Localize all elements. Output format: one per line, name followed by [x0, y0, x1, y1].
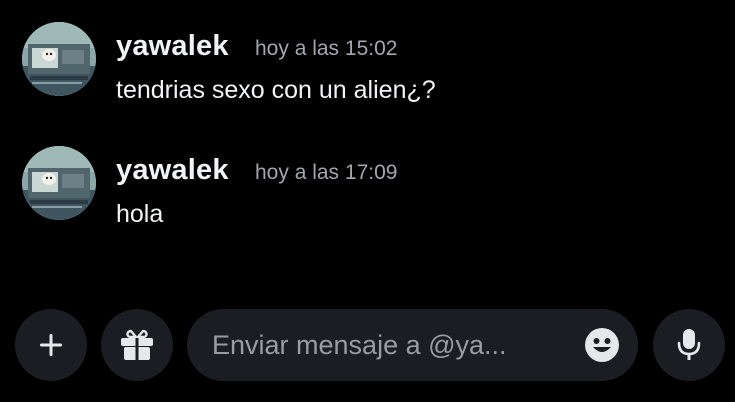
chat-message[interactable]: yawalek hoy a las 15:02 tendrias sexo co… — [22, 22, 722, 104]
add-attachment-button[interactable] — [15, 309, 87, 381]
microphone-icon — [677, 328, 701, 362]
user-avatar[interactable] — [22, 22, 96, 96]
avatar-image — [22, 22, 96, 96]
message-input-placeholder: Enviar mensaje a @ya... — [212, 330, 507, 360]
username[interactable]: yawalek — [116, 152, 229, 188]
plus-icon — [38, 332, 64, 358]
emoji-icon — [584, 327, 620, 363]
message-text: tendrias sexo con un alien¿? — [116, 76, 436, 104]
message-timestamp: hoy a las 15:02 — [255, 37, 398, 60]
message-text: hola — [116, 200, 164, 228]
user-avatar[interactable] — [22, 146, 96, 220]
voice-message-button[interactable] — [653, 309, 725, 381]
avatar-image — [22, 146, 96, 220]
message-timestamp: hoy a las 17:09 — [255, 161, 398, 184]
gift-button[interactable] — [101, 309, 173, 381]
chat-message[interactable]: yawalek hoy a las 17:09 hola — [22, 146, 722, 228]
emoji-button[interactable] — [584, 327, 620, 363]
message-input[interactable]: Enviar mensaje a @ya... — [187, 309, 638, 381]
gift-icon — [119, 328, 155, 362]
chat-screen: { "messages": [ { "username": "yawalek",… — [0, 0, 735, 402]
username[interactable]: yawalek — [116, 28, 229, 64]
